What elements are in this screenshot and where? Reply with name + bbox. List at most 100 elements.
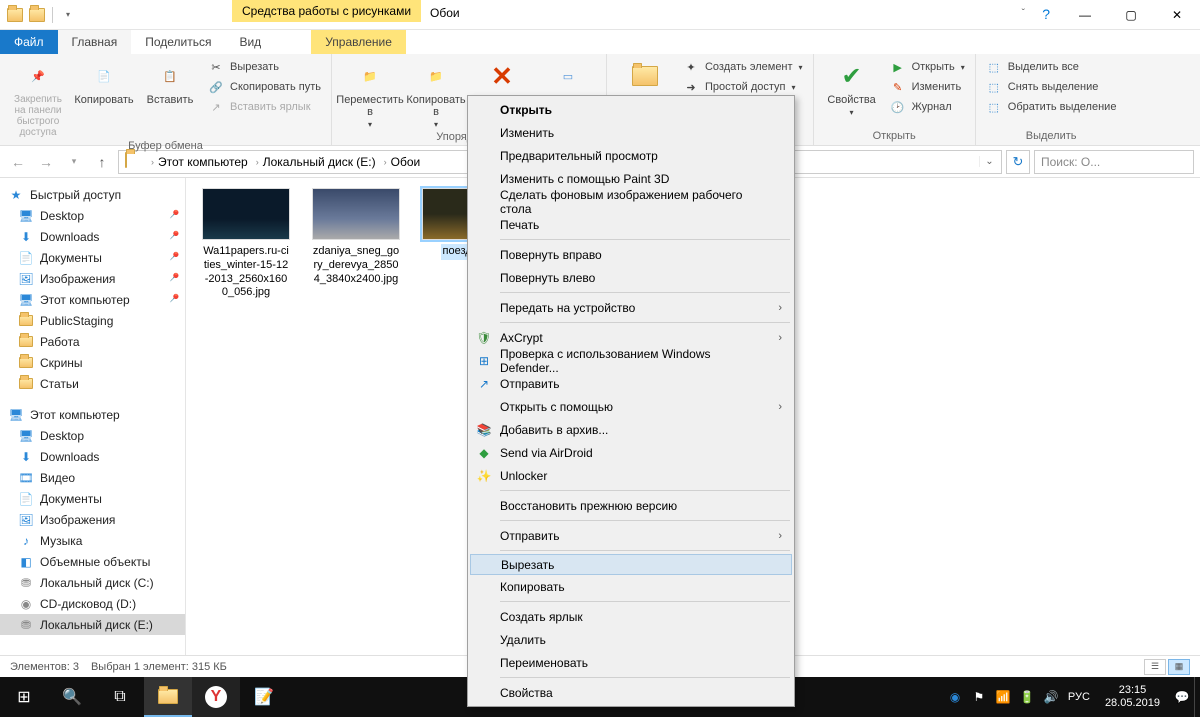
breadcrumb-segment[interactable]: ›Этот компьютер — [147, 155, 252, 169]
volume-icon[interactable]: 🔊 — [1039, 677, 1063, 717]
ctx-preview[interactable]: Предварительный просмотр — [470, 144, 792, 167]
help-icon[interactable]: ? — [1042, 6, 1050, 22]
refresh-button[interactable]: ↻ — [1006, 150, 1030, 174]
ctx-rotate-left[interactable]: Повернуть влево — [470, 266, 792, 289]
tab-view[interactable]: Вид — [225, 30, 275, 54]
ctx-shortcut[interactable]: Создать ярлык — [470, 605, 792, 628]
taskbar-word[interactable]: 📝 — [240, 677, 288, 717]
clock[interactable]: 23:1528.05.2019 — [1095, 684, 1170, 710]
open-button[interactable]: ▶Открыть ▾ — [888, 58, 967, 76]
sidebar-item[interactable]: ♪Музыка — [0, 530, 185, 551]
sidebar-item-selected[interactable]: ⛃Локальный диск (E:) — [0, 614, 185, 635]
ctx-cast[interactable]: Передать на устройство› — [470, 296, 792, 319]
ctx-delete[interactable]: Удалить — [470, 628, 792, 651]
new-item-button[interactable]: ✦Создать элемент ▾ — [681, 58, 805, 76]
sidebar-item[interactable]: 🖼Изображения📍 — [0, 268, 185, 289]
ctx-sendto[interactable]: Отправить› — [470, 524, 792, 547]
tab-file[interactable]: Файл — [0, 30, 58, 54]
easy-access-icon: ➜ — [683, 79, 699, 95]
search-button[interactable]: 🔍 — [48, 677, 96, 717]
ctx-airdroid[interactable]: ◆Send via AirDroid — [470, 441, 792, 464]
edit-button[interactable]: ✎Изменить — [888, 78, 967, 96]
start-button[interactable]: ⊞ — [0, 677, 48, 717]
folder-icon — [6, 6, 24, 24]
search-input[interactable]: Поиск: О... — [1034, 150, 1194, 174]
view-details-button[interactable]: ☰ — [1144, 659, 1166, 675]
taskbar-browser[interactable]: Y — [192, 677, 240, 717]
sidebar-item[interactable]: Скрины — [0, 352, 185, 373]
ctx-copy[interactable]: Копировать — [470, 575, 792, 598]
separator — [500, 292, 790, 293]
chevron-down-icon[interactable]: ▾ — [59, 6, 77, 24]
task-view-button[interactable]: ⧉ — [96, 677, 144, 717]
close-button[interactable]: ✕ — [1154, 0, 1200, 30]
notifications-button[interactable]: 💬 — [1170, 677, 1194, 717]
sidebar-item[interactable]: 🖥Desktop📍 — [0, 205, 185, 226]
address-dropdown[interactable]: ⌄ — [979, 156, 999, 167]
sidebar-item[interactable]: Статьи — [0, 373, 185, 394]
tray-flag-icon[interactable]: ⚑ — [967, 677, 991, 717]
sidebar-item[interactable]: 🖼Изображения — [0, 509, 185, 530]
paste-button[interactable]: 📋Вставить — [140, 58, 200, 138]
history-button[interactable]: 🕑Журнал — [888, 98, 967, 116]
tray-app-icon[interactable]: ◉ — [943, 677, 967, 717]
sidebar-item[interactable]: PublicStaging — [0, 310, 185, 331]
view-icons-button[interactable]: ▦ — [1168, 659, 1190, 675]
maximize-button[interactable]: ▢ — [1108, 0, 1154, 30]
ctx-open-with[interactable]: Открыть с помощью› — [470, 395, 792, 418]
properties-button[interactable]: ✔Свойства▾ — [822, 58, 882, 128]
breadcrumb-segment[interactable]: ›Локальный диск (E:) — [252, 155, 380, 169]
sidebar-item[interactable]: ◧Объемные объекты — [0, 551, 185, 572]
ctx-defender[interactable]: ⊞Проверка с использованием Windows Defen… — [470, 349, 792, 372]
show-desktop-button[interactable] — [1194, 677, 1200, 717]
taskbar-explorer[interactable] — [144, 677, 192, 717]
sidebar-item[interactable]: 📄Документы — [0, 488, 185, 509]
sidebar-item[interactable]: 🎞Видео — [0, 467, 185, 488]
sidebar-item[interactable]: ⬇Downloads — [0, 446, 185, 467]
sidebar-item[interactable]: 🖥Этот компьютер📍 — [0, 289, 185, 310]
language-indicator[interactable]: РУС — [1063, 677, 1095, 717]
file-item[interactable]: Wa11papers.ru-cities_winter-15-12-2013_2… — [200, 188, 292, 301]
tab-share[interactable]: Поделиться — [131, 30, 225, 54]
ctx-rotate-right[interactable]: Повернуть вправо — [470, 243, 792, 266]
battery-icon[interactable]: 🔋 — [1015, 677, 1039, 717]
pin-icon: 📌 — [22, 60, 54, 92]
tab-home[interactable]: Главная — [58, 30, 132, 54]
ctx-open[interactable]: Открыть — [470, 98, 792, 121]
ctx-rename[interactable]: Переименовать — [470, 651, 792, 674]
sidebar-item[interactable]: 📄Документы📍 — [0, 247, 185, 268]
sidebar-item[interactable]: ◉CD-дисковод (D:) — [0, 593, 185, 614]
breadcrumb-segment[interactable]: ›Обои — [380, 155, 425, 169]
sidebar-item[interactable]: Работа — [0, 331, 185, 352]
ctx-print[interactable]: Печать — [470, 213, 792, 236]
copy-button[interactable]: 📄Копировать — [74, 58, 134, 138]
ctx-archive[interactable]: 📚Добавить в архив... — [470, 418, 792, 441]
sidebar-item[interactable]: ⛃Локальный диск (C:) — [0, 572, 185, 593]
ctx-share[interactable]: ↗Отправить — [470, 372, 792, 395]
sidebar-this-pc[interactable]: 🖥Этот компьютер — [0, 404, 185, 425]
collapse-ribbon-icon[interactable]: ˇ — [1022, 8, 1025, 19]
copyto-icon: 📁 — [420, 60, 452, 92]
ctx-wallpaper[interactable]: Сделать фоновым изображением рабочего ст… — [470, 190, 792, 213]
move-to-button[interactable]: 📁Переместить в▾ — [340, 58, 400, 129]
ctx-unlocker[interactable]: ✨Unlocker — [470, 464, 792, 487]
cut-button[interactable]: ✂Вырезать — [206, 58, 323, 76]
easy-access-button[interactable]: ➜Простой доступ ▾ — [681, 78, 805, 96]
select-all-button[interactable]: ⬚Выделить все — [984, 58, 1119, 76]
sidebar-item[interactable]: 🖥Desktop — [0, 425, 185, 446]
copy-path-button[interactable]: 🔗Скопировать путь — [206, 78, 323, 96]
chevron-right-icon: › — [778, 302, 782, 314]
select-invert-button[interactable]: ⬚Обратить выделение — [984, 98, 1119, 116]
ctx-cut[interactable]: Вырезать — [470, 554, 792, 575]
ctx-edit[interactable]: Изменить — [470, 121, 792, 144]
select-none-button[interactable]: ⬚Снять выделение — [984, 78, 1119, 96]
sidebar-quick-access[interactable]: ★Быстрый доступ — [0, 184, 185, 205]
tab-manage[interactable]: Управление — [311, 30, 406, 54]
ctx-restore[interactable]: Восстановить прежнюю версию — [470, 494, 792, 517]
file-item[interactable]: zdaniya_sneg_gory_derevya_28504_3840x240… — [310, 188, 402, 287]
minimize-button[interactable]: — — [1062, 0, 1108, 30]
ctx-properties[interactable]: Свойства — [470, 681, 792, 704]
wifi-icon[interactable]: 📶 — [991, 677, 1015, 717]
sidebar-item[interactable]: ⬇Downloads📍 — [0, 226, 185, 247]
copy-to-button[interactable]: 📁Копировать в▾ — [406, 58, 466, 129]
